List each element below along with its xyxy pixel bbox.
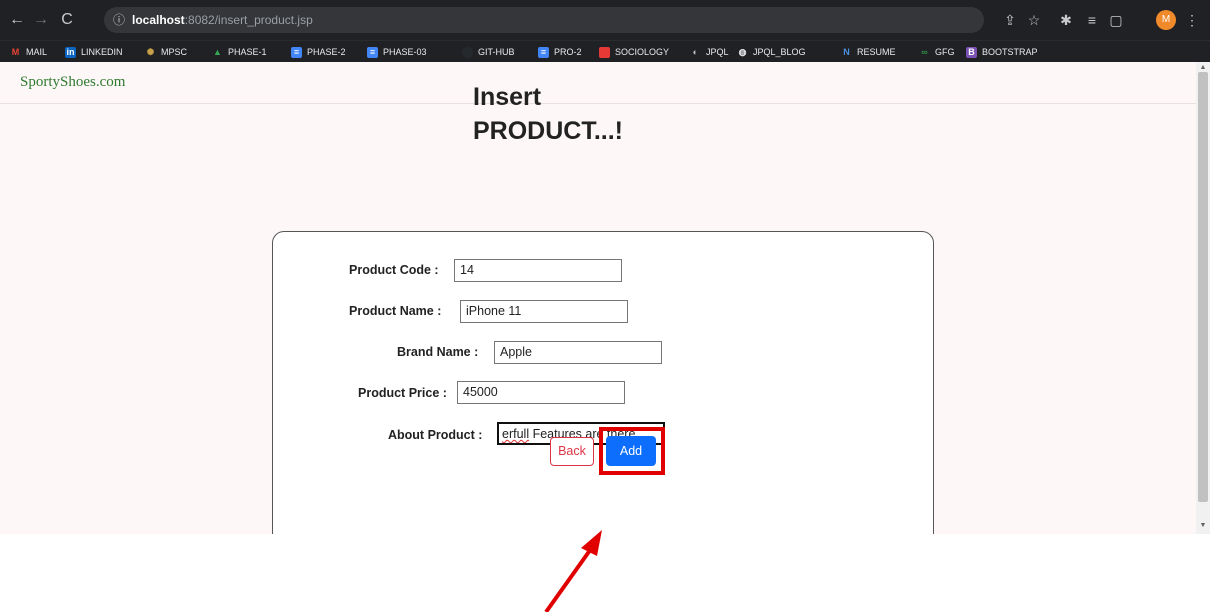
screenshot-root: ← → C ⓘ localhost:8082/insert_product.js… xyxy=(0,0,1210,612)
github-icon xyxy=(462,46,473,58)
product-name-input[interactable]: iPhone 11 xyxy=(460,300,628,323)
bookmark-mail[interactable]: M MAIL xyxy=(10,44,47,60)
gfg-icon: ∞ xyxy=(921,46,928,57)
annotation-highlight-box xyxy=(599,427,665,475)
bookmark-github[interactable]: GIT-HUB xyxy=(462,44,515,60)
bookmark-sociology[interactable]: SOCIOLOGY xyxy=(599,44,669,60)
forward-arrow-icon[interactable]: → xyxy=(32,11,50,29)
url-host: localhost xyxy=(132,13,185,27)
gmail-icon: M xyxy=(11,46,20,57)
form-clip-region xyxy=(0,62,1196,534)
docs-icon: ≡ xyxy=(538,46,549,58)
share-icon[interactable]: ⇪ xyxy=(1000,10,1020,30)
product-code-input[interactable]: 14 xyxy=(454,259,622,282)
drive-icon: ▲ xyxy=(213,46,222,57)
product-price-input[interactable]: 45000 xyxy=(457,381,625,404)
site-info-icon[interactable]: ⓘ xyxy=(113,7,125,33)
address-bar[interactable]: ⓘ localhost:8082/insert_product.jsp xyxy=(104,7,984,33)
profile-avatar[interactable]: M xyxy=(1156,10,1176,30)
back-button[interactable]: Back xyxy=(550,437,594,466)
bookmark-resume[interactable]: N RESUME xyxy=(841,44,895,60)
bookmark-phase-2[interactable]: ≡ PHASE-2 xyxy=(291,44,346,60)
bootstrap-icon: B xyxy=(966,46,977,58)
kebab-menu-icon[interactable]: ⋮ xyxy=(1182,10,1202,30)
bookmark-star-icon[interactable]: ☆ xyxy=(1024,10,1044,30)
docs-icon: ≡ xyxy=(367,46,378,58)
product-price-label: Product Price : xyxy=(358,386,447,400)
linkedin-icon: in xyxy=(65,46,76,58)
annotation-arrow-shaft xyxy=(544,544,595,612)
browser-toolbar: ← → C ⓘ localhost:8082/insert_product.js… xyxy=(0,0,1210,40)
bookmark-phase-03[interactable]: ≡ PHASE-03 xyxy=(367,44,427,60)
bookmark-phase-1[interactable]: ▲ PHASE-1 xyxy=(212,44,266,60)
bookmark-jpql[interactable]: ◐ JPQL xyxy=(690,44,729,60)
brand-name-input[interactable]: Apple xyxy=(494,341,662,364)
globe-icon: ◍ xyxy=(738,46,747,57)
product-code-label: Product Code : xyxy=(349,263,439,277)
docs-icon: ≡ xyxy=(291,46,302,58)
bookmarks-bar: M MAIL in LINKEDIN ✺ MPSC ▲ PHASE-1 ≡ PHASE-2… xyxy=(0,40,1210,62)
scrollbar-thumb[interactable] xyxy=(1198,72,1208,502)
product-name-label: Product Name : xyxy=(349,304,442,318)
bookmark-pro-2[interactable]: ≡ PRO-2 xyxy=(538,44,582,60)
bookmark-bootstrap[interactable]: B BOOTSTRAP xyxy=(966,44,1038,60)
back-arrow-icon[interactable]: ← xyxy=(8,11,26,29)
bookmark-gfg[interactable]: ∞ GFG xyxy=(919,44,954,60)
bookmark-jpql-blog[interactable]: ◍ JPQL_BLOG xyxy=(737,44,806,60)
scroll-up-arrow-icon[interactable]: ▲ xyxy=(1199,64,1207,72)
bookmark-mpsc[interactable]: ✺ MPSC xyxy=(145,44,187,60)
url-path: :8082/insert_product.jsp xyxy=(184,13,313,27)
mpsc-icon: ✺ xyxy=(146,46,155,57)
bookmark-linkedin[interactable]: in LINKEDIN xyxy=(65,44,123,60)
scroll-down-arrow-icon[interactable]: ▼ xyxy=(1199,522,1207,530)
side-panel-icon[interactable]: ▢ xyxy=(1106,10,1126,30)
brand-name-label: Brand Name : xyxy=(397,345,479,359)
resume-icon: N xyxy=(843,46,850,57)
about-product-label: About Product : xyxy=(388,428,483,442)
extensions-puzzle-icon[interactable]: ✱ xyxy=(1056,10,1076,30)
reload-icon[interactable]: C xyxy=(58,11,76,29)
spellcheck-word: erfull xyxy=(502,427,530,441)
sociology-icon xyxy=(599,46,610,58)
jpql-icon: ◐ xyxy=(692,46,699,57)
media-controls-icon[interactable]: ≡ xyxy=(1082,10,1102,30)
